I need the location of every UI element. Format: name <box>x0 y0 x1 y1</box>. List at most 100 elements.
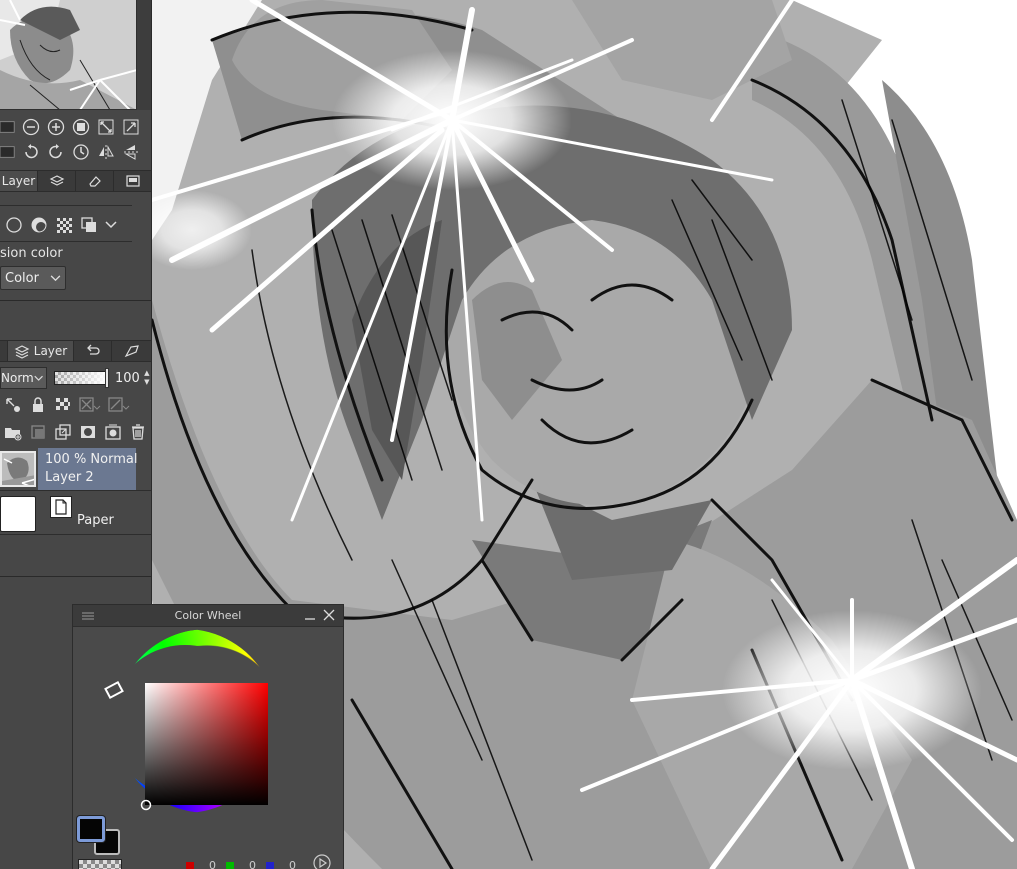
opacity-spinner[interactable]: ▲ ▼ <box>142 369 151 387</box>
blue-indicator-icon <box>266 862 274 869</box>
spinner-up-icon[interactable]: ▲ <box>144 369 149 378</box>
delete-icon[interactable] <box>127 421 149 443</box>
rotate-right-icon[interactable] <box>46 142 66 162</box>
blend-mode-select[interactable]: Norm <box>0 367 47 389</box>
transparent-color-swatch[interactable] <box>78 859 122 869</box>
blend-mode-value: Norm <box>1 371 34 385</box>
divider <box>0 300 151 301</box>
divider <box>0 576 151 577</box>
navigator-scrollbar[interactable] <box>137 0 151 110</box>
dither-icon[interactable] <box>54 215 74 235</box>
zoom-actual-icon[interactable] <box>71 117 91 137</box>
layer-command-row <box>0 420 151 444</box>
layer-effect-icon[interactable] <box>79 215 99 235</box>
plus-icon[interactable] <box>46 117 66 137</box>
layer-blend-info: 100 % Normal <box>45 452 138 467</box>
tab-auto-action[interactable] <box>112 341 151 361</box>
opacity-slider[interactable] <box>54 371 106 385</box>
opacity-value[interactable]: 100 <box>115 371 140 386</box>
blue-value: 0 <box>289 859 296 869</box>
green-indicator-icon <box>226 862 234 869</box>
tab-hidden[interactable] <box>0 341 8 361</box>
tool-property-tabbar: Layer <box>0 170 151 192</box>
green-value: 0 <box>249 859 256 869</box>
layer-row[interactable]: 100 % Normal Layer 2 <box>0 448 151 490</box>
circle-icon[interactable] <box>4 215 24 235</box>
foreground-color-swatch[interactable] <box>77 816 105 842</box>
layer-lock-row <box>0 393 151 417</box>
hue-wheel[interactable] <box>93 629 323 813</box>
expression-color-value: Color <box>5 270 39 286</box>
fit-window-icon[interactable] <box>96 117 116 137</box>
layer-row[interactable]: Paper <box>0 492 151 534</box>
paper-thumbnail <box>0 496 36 532</box>
navigator-preview[interactable] <box>0 0 137 110</box>
undo-history-icon <box>86 344 100 355</box>
auto-action-icon <box>124 345 139 358</box>
reset-rotation-icon[interactable] <box>71 142 91 162</box>
value-overlay <box>145 683 268 805</box>
tab-sub-view[interactable] <box>114 171 151 191</box>
color-wheel-titlebar[interactable]: Color Wheel <box>73 605 343 627</box>
clip-layer-icon[interactable] <box>77 394 103 416</box>
new-layer-icon[interactable] <box>52 421 74 443</box>
navigator-zoom-row <box>0 114 151 140</box>
red-indicator-icon <box>186 862 194 869</box>
layer-palette-tabbar: Layer <box>0 340 151 362</box>
chevron-down-icon <box>50 274 61 281</box>
expression-color-label: sion color <box>0 246 63 261</box>
new-folder-icon[interactable] <box>2 421 24 443</box>
hue-marker[interactable] <box>104 680 124 700</box>
layer-thumbnail <box>0 451 36 487</box>
close-icon[interactable] <box>322 607 336 623</box>
spinner-down-icon[interactable]: ▼ <box>144 378 149 387</box>
tab-history[interactable] <box>74 341 112 361</box>
sub-view-icon <box>126 175 140 187</box>
reference-layer-toggle-icon[interactable] <box>106 394 132 416</box>
tool-shape-row <box>4 215 118 235</box>
reference-layer-icon[interactable] <box>2 394 24 416</box>
layer-blend-row: Norm 100 ▲ ▼ <box>0 366 151 390</box>
divider <box>0 490 151 491</box>
flip-horizontal-icon[interactable] <box>96 142 116 162</box>
rotate-left-icon[interactable] <box>21 142 41 162</box>
red-value: 0 <box>209 859 216 869</box>
paper-layer-icon <box>50 496 72 518</box>
chevron-down-icon <box>34 375 43 381</box>
layer-name: Paper <box>77 513 114 528</box>
tab-layer-label: Layer <box>33 344 68 358</box>
navigator-thumbnail <box>0 0 136 109</box>
rotate-slider-icon[interactable] <box>0 142 16 162</box>
lock-transparency-icon[interactable] <box>52 394 74 416</box>
layer-name-block: 100 % Normal Layer 2 <box>45 451 137 487</box>
divider <box>0 534 151 535</box>
tab-layer-stack[interactable] <box>38 171 76 191</box>
lock-icon[interactable] <box>27 394 49 416</box>
layer-stack-icon <box>14 345 30 359</box>
color-wheel-footer: 0 0 0 <box>73 813 343 869</box>
tab-layer[interactable]: Layer <box>8 341 74 361</box>
flip-vertical-icon[interactable] <box>121 142 141 162</box>
chevron-down-icon[interactable] <box>104 215 118 235</box>
tab-layer-property[interactable]: Layer <box>0 171 38 191</box>
layer-stack-icon <box>49 175 64 186</box>
layer-mask-icon[interactable] <box>77 421 99 443</box>
navigator-rotate-row <box>0 139 151 165</box>
blend-circles-icon[interactable] <box>29 215 49 235</box>
play-icon[interactable] <box>313 854 331 869</box>
expression-color-select[interactable]: Color <box>0 266 66 290</box>
color-wheel-panel[interactable]: Color Wheel 0 0 0 <box>72 604 344 869</box>
opacity-slider-handle[interactable] <box>105 368 109 388</box>
fit-canvas-icon[interactable] <box>121 117 141 137</box>
minimize-icon[interactable] <box>303 607 317 623</box>
fit-icon[interactable] <box>0 117 16 137</box>
new-raster-layer-icon[interactable] <box>27 421 49 443</box>
tab-layer-property-label: Layer <box>1 174 36 188</box>
apply-mask-icon[interactable] <box>102 421 124 443</box>
divider <box>0 205 132 206</box>
eraser-icon <box>88 176 101 187</box>
layer-name: Layer 2 <box>45 470 94 485</box>
tab-eraser[interactable] <box>76 171 114 191</box>
divider <box>0 241 132 242</box>
minus-icon[interactable] <box>21 117 41 137</box>
